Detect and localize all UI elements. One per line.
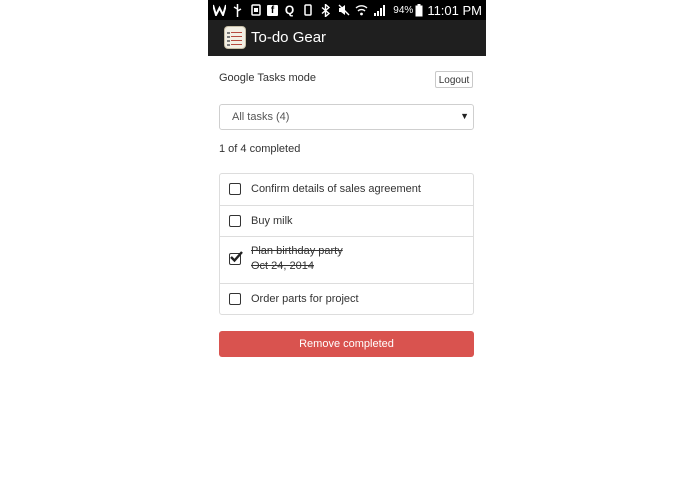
- task-item[interactable]: Plan birthday party Oct 24, 2014: [220, 236, 473, 283]
- task-item[interactable]: Order parts for project: [220, 283, 473, 314]
- task-date: Oct 24, 2014: [251, 260, 314, 272]
- phone-screen: f Q 94% 11:01 PM To-do Gear Google Tasks…: [208, 0, 486, 494]
- task-checkbox[interactable]: [229, 215, 241, 227]
- task-text: Order parts for project: [251, 292, 359, 307]
- battery-icon: [415, 3, 423, 17]
- signal-icon: [373, 3, 386, 17]
- task-text: Confirm details of sales agreement: [251, 182, 421, 197]
- task-title: Order parts for project: [251, 293, 359, 305]
- caret-down-icon: ▼: [460, 111, 469, 121]
- task-filter-select[interactable]: All tasks (4) ▼: [219, 104, 474, 130]
- sim-icon: [249, 3, 262, 17]
- task-title: Confirm details of sales agreement: [251, 183, 421, 195]
- completion-progress: 1 of 4 completed: [219, 143, 301, 155]
- bluetooth-icon: [319, 3, 332, 17]
- task-text: Plan birthday party Oct 24, 2014: [251, 244, 343, 274]
- logout-button[interactable]: Logout: [435, 71, 473, 88]
- quora-icon: Q: [284, 3, 295, 17]
- todo-notepad-icon: [225, 27, 245, 48]
- task-title: Buy milk: [251, 215, 293, 227]
- status-bar-system: 94% 11:01 PM: [393, 0, 482, 20]
- task-item[interactable]: Confirm details of sales agreement: [220, 174, 473, 205]
- task-checkbox[interactable]: [229, 183, 241, 195]
- mute-icon: [337, 3, 350, 17]
- device-icon: [301, 3, 314, 17]
- usb-icon: [231, 3, 244, 17]
- status-bar-notifications: f Q: [213, 0, 391, 20]
- facebook-icon: f: [267, 4, 278, 16]
- wifi-icon: [355, 3, 368, 17]
- task-checkbox-checked[interactable]: [229, 251, 243, 265]
- remove-completed-button[interactable]: Remove completed: [219, 331, 474, 357]
- task-filter-value: All tasks (4): [232, 111, 290, 123]
- status-clock: 11:01 PM: [427, 2, 482, 18]
- task-item[interactable]: Buy milk: [220, 205, 473, 236]
- status-bar: f Q 94% 11:01 PM: [208, 0, 486, 20]
- page: f Q 94% 11:01 PM To-do Gear Google Tasks…: [0, 0, 695, 494]
- mode-label: Google Tasks mode: [219, 72, 317, 84]
- whatsapp-icon: [213, 3, 226, 17]
- task-checkbox[interactable]: [229, 293, 241, 305]
- app-bar: To-do Gear: [208, 20, 486, 56]
- task-text: Buy milk: [251, 214, 293, 229]
- battery-percent: 94%: [393, 4, 414, 16]
- task-list: Confirm details of sales agreement Buy m…: [219, 173, 474, 315]
- app-title: To-do Gear: [251, 29, 327, 46]
- task-title: Plan birthday party: [251, 245, 343, 257]
